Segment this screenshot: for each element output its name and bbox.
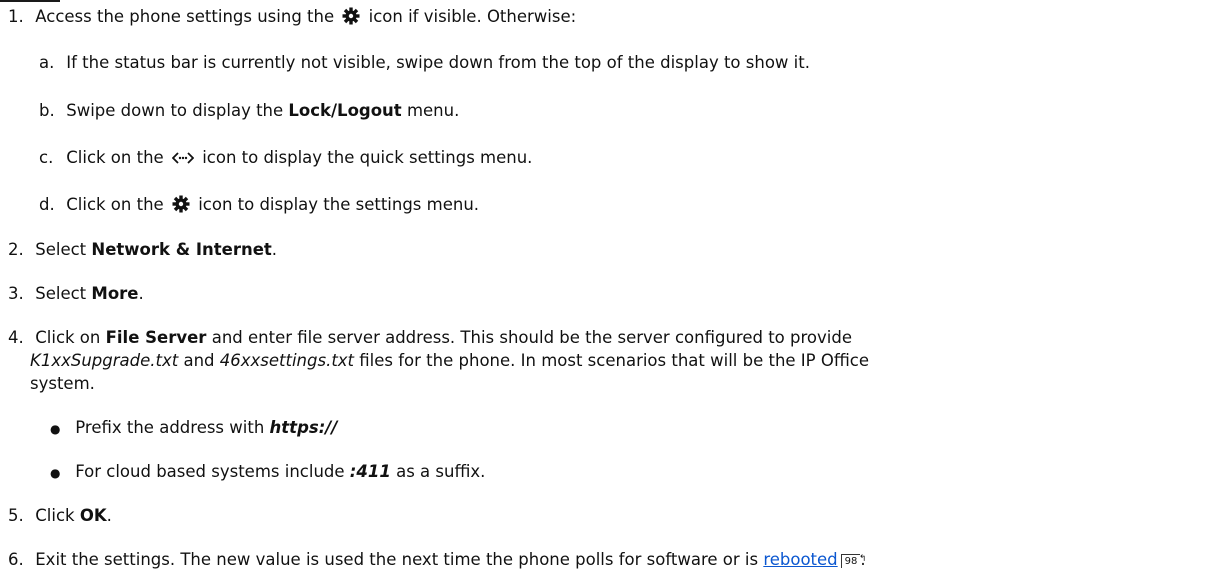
step-1a: a. If the status bar is currently not vi… xyxy=(39,52,810,74)
file-name: K1xxSupgrade.txt xyxy=(30,351,179,370)
step-2: 2. Select Network & Internet. xyxy=(8,239,277,261)
port-suffix: :411 xyxy=(349,462,391,481)
file-name: 46xxsettings.txt xyxy=(219,351,355,370)
step-text: icon if visible. Otherwise: xyxy=(368,7,577,26)
step-1c: c. Click on the icon to display the quic… xyxy=(39,147,532,169)
step-text: menu. xyxy=(406,101,460,120)
bullet-icon: ● xyxy=(50,466,61,480)
step-text: icon to display the settings menu. xyxy=(198,195,480,214)
step-text: system. xyxy=(30,374,95,393)
step-text: Select xyxy=(35,240,87,259)
step-4-line-2: K1xxSupgrade.txt and 46xxsettings.txt fi… xyxy=(30,350,869,372)
step-text: Access the phone settings using the xyxy=(35,7,335,26)
step-letter: b. xyxy=(39,101,55,120)
menu-name: Lock/Logout xyxy=(288,101,402,120)
step-6: 6. Exit the settings. The new value is u… xyxy=(8,549,866,571)
page-number: 98 xyxy=(844,556,858,567)
step-text: Click on the xyxy=(66,148,164,167)
step-text: If the status bar is currently not visib… xyxy=(66,53,810,72)
step-text: . xyxy=(138,284,144,303)
gear-icon xyxy=(342,7,360,25)
quick-settings-icon xyxy=(171,152,194,164)
step-letter: c. xyxy=(39,148,54,167)
rebooted-link[interactable]: rebooted xyxy=(763,550,837,569)
step-letter: a. xyxy=(39,53,55,72)
menu-name: More xyxy=(91,284,139,303)
step-text: Swipe down to display the xyxy=(66,101,284,120)
step-1: 1. Access the phone settings using the i… xyxy=(8,6,576,28)
menu-name: Network & Internet xyxy=(91,240,272,259)
step-text: Click on xyxy=(35,328,101,347)
step-text: as a suffix. xyxy=(396,462,486,481)
heading-fragment xyxy=(0,0,60,2)
step-4-line-3: system. xyxy=(30,373,95,395)
step-number: 4. xyxy=(8,328,24,347)
step-text: Click xyxy=(35,506,75,525)
page-reference[interactable]: 98 ↰ xyxy=(840,554,866,568)
address-prefix: https:// xyxy=(269,418,338,437)
step-number: 2. xyxy=(8,240,24,259)
step-number: 6. xyxy=(8,550,24,569)
step-letter: d. xyxy=(39,195,55,214)
step-text: Exit the settings. The new value is used… xyxy=(35,550,759,569)
step-text: Click on the xyxy=(66,195,164,214)
bullet-icon: ● xyxy=(50,422,61,436)
list-item: ● For cloud based systems include :411 a… xyxy=(50,461,485,484)
list-item: ● Prefix the address with https:// xyxy=(50,417,337,440)
step-4: 4. Click on File Server and enter file s… xyxy=(8,327,852,349)
step-3: 3. Select More. xyxy=(8,283,144,305)
step-text: files for the phone. In most scenarios t… xyxy=(359,351,870,370)
step-text: and xyxy=(183,351,215,370)
step-text: Select xyxy=(35,284,87,303)
step-5: 5. Click OK. xyxy=(8,505,112,527)
step-text: . xyxy=(106,506,112,525)
step-text: For cloud based systems include xyxy=(75,462,345,481)
step-1d: d. Click on the icon to display the sett… xyxy=(39,194,479,216)
step-text: icon to display the quick settings menu. xyxy=(202,148,533,167)
step-text: Prefix the address with xyxy=(75,418,265,437)
reference-arrow-icon: ↰ xyxy=(858,554,867,564)
step-number: 3. xyxy=(8,284,24,303)
step-number: 5. xyxy=(8,506,24,525)
step-text: . xyxy=(271,240,278,259)
step-text: and enter file server address. This shou… xyxy=(211,328,852,347)
step-number: 1. xyxy=(8,7,24,26)
menu-name: File Server xyxy=(105,328,207,347)
gear-icon xyxy=(172,195,190,213)
step-1b: b. Swipe down to display the Lock/Logout… xyxy=(39,100,459,122)
button-name: OK xyxy=(79,506,107,525)
